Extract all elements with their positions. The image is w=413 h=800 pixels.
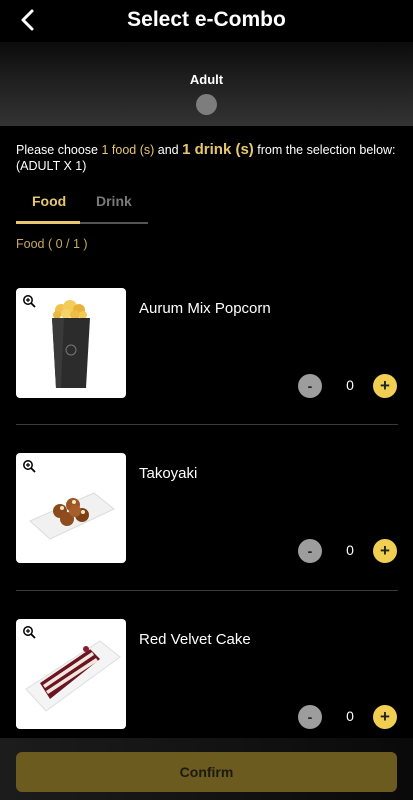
item-name: Takoyaki [139, 465, 198, 482]
page-title: Select e-Combo [127, 8, 286, 31]
decrease-button[interactable]: - [298, 374, 322, 398]
item-divider [16, 424, 398, 425]
quantity-value: 0 [346, 377, 354, 393]
category-tabs: Food Drink [16, 188, 148, 224]
tab-drink[interactable]: Drink [96, 193, 132, 209]
takoyaki-image[interactable] [16, 453, 126, 563]
confirm-button[interactable]: Confirm [16, 752, 397, 792]
food-selection-count: Food ( 0 / 1 ) [16, 237, 88, 251]
active-tab-indicator [16, 221, 80, 224]
bottom-bar: Confirm [0, 738, 413, 800]
selection-instruction: Please choose 1 food (s) and 1 drink (s)… [16, 141, 396, 174]
zoom-icon[interactable] [22, 459, 36, 473]
cake-image[interactable] [16, 619, 126, 729]
increase-button[interactable]: + [373, 705, 397, 729]
quantity-value: 0 [346, 542, 354, 558]
item-divider [16, 590, 398, 591]
zoom-icon[interactable] [22, 625, 36, 639]
list-item: Aurum Mix Popcorn - 0 + [16, 288, 398, 398]
zoom-icon[interactable] [22, 294, 36, 308]
item-name: Aurum Mix Popcorn [139, 300, 271, 317]
drink-requirement: 1 drink (s) [182, 141, 254, 158]
popcorn-image[interactable] [16, 288, 126, 398]
food-requirement: 1 food (s) [101, 143, 155, 157]
quantity-stepper: - 0 + [298, 374, 398, 398]
quantity-stepper: - 0 + [298, 705, 398, 729]
decrease-button[interactable]: - [298, 539, 322, 563]
list-item: Red Velvet Cake - 0 + [16, 619, 398, 729]
increase-button[interactable]: + [373, 374, 397, 398]
ticket-indicator-dot[interactable] [196, 94, 217, 115]
tab-food[interactable]: Food [32, 193, 66, 209]
quantity-value: 0 [346, 708, 354, 724]
header: Select e-Combo [0, 0, 413, 42]
increase-button[interactable]: + [373, 539, 397, 563]
decrease-button[interactable]: - [298, 705, 322, 729]
ticket-type-selector: Adult [0, 42, 413, 126]
list-item: Takoyaki - 0 + [16, 453, 398, 563]
quantity-stepper: - 0 + [298, 539, 398, 563]
item-name: Red Velvet Cake [139, 631, 251, 648]
ticket-type-label: Adult [189, 72, 224, 87]
